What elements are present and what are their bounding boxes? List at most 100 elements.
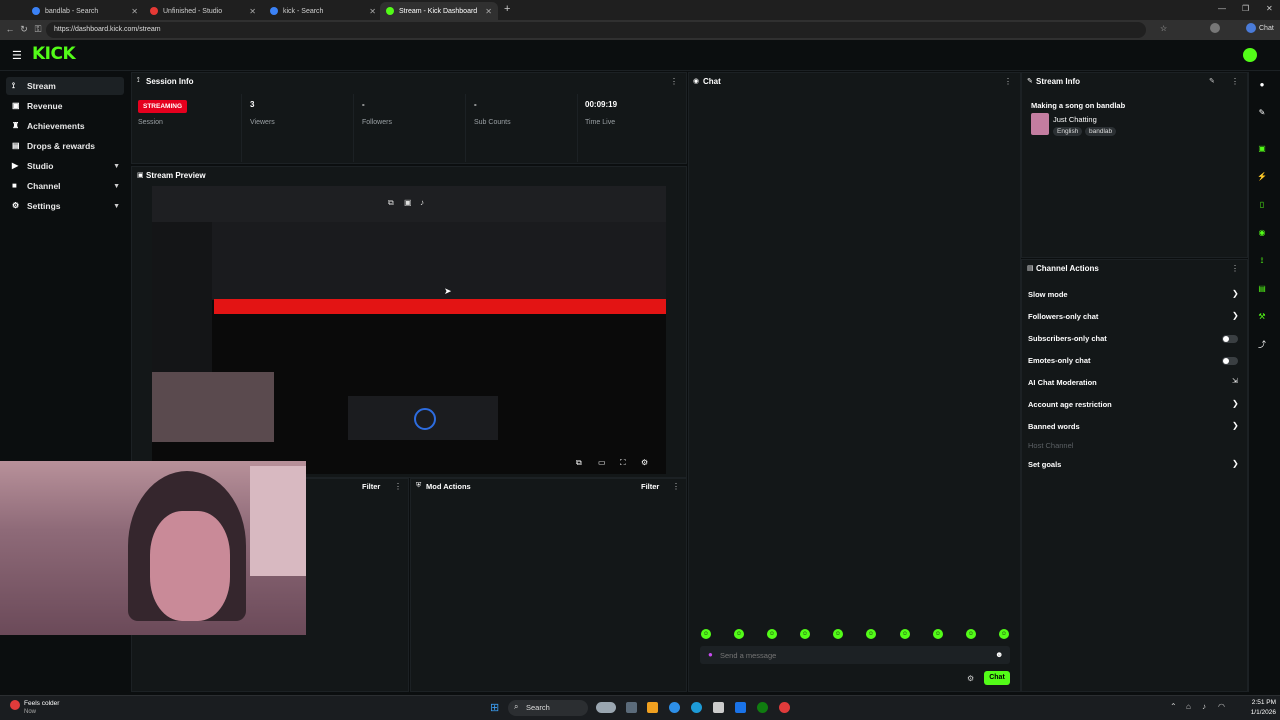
sidebar-item-settings[interactable]: ⚙ Settings ▼ <box>6 197 124 215</box>
pip-control-icon[interactable]: ⧉ <box>576 458 582 468</box>
more-icon[interactable]: ⋮ <box>670 77 678 86</box>
edit-icon[interactable]: ✎ <box>1209 77 1215 85</box>
send-chat-button[interactable]: Chat <box>984 671 1010 685</box>
mic-icon[interactable]: ● <box>708 650 713 659</box>
mail-icon[interactable] <box>735 702 746 713</box>
action-ai-moderation[interactable]: AI Chat Moderation <box>1028 378 1097 387</box>
list-icon[interactable]: ▤ <box>1256 283 1268 295</box>
sidebar-item-stream[interactable]: ⟟ Stream <box>6 77 124 95</box>
emote-icon[interactable]: ☺ <box>833 629 843 639</box>
sidebar-item-studio[interactable]: ▶ Studio ▼ <box>6 157 124 175</box>
external-link-icon[interactable]: ⇲ <box>1232 377 1238 385</box>
wifi-icon[interactable]: ◠ <box>1218 702 1225 711</box>
store-icon[interactable] <box>713 702 724 713</box>
taskbar-time[interactable]: 2:51 PM <box>1244 699 1276 706</box>
refresh-icon[interactable]: ↻ <box>18 24 30 35</box>
chrome-icon[interactable] <box>669 702 680 713</box>
explorer-icon[interactable] <box>647 702 658 713</box>
more-icon[interactable]: ⋮ <box>394 482 402 491</box>
mod-filter-button[interactable]: Filter <box>641 482 659 491</box>
avatar[interactable] <box>1210 23 1220 33</box>
emote-icon[interactable]: ☺ <box>734 629 744 639</box>
copilot-icon[interactable] <box>1246 23 1256 33</box>
chevron-right-icon[interactable]: ❯ <box>1232 399 1239 408</box>
more-icon[interactable]: ⋮ <box>672 482 680 491</box>
weather-icon[interactable] <box>10 700 20 710</box>
sidebar-item-drops[interactable]: ▤ Drops & rewards <box>6 137 124 155</box>
xbox-icon[interactable] <box>757 702 768 713</box>
url-field[interactable]: https://dashboard.kick.com/stream <box>46 22 1146 38</box>
copilot-label[interactable]: Chat <box>1259 25 1274 32</box>
chat-bubble-icon[interactable]: ◉ <box>1256 227 1268 239</box>
kick-logo[interactable]: KICK <box>32 44 76 64</box>
user-avatar[interactable] <box>1243 48 1257 62</box>
audio-icon[interactable]: ♪ <box>420 198 424 207</box>
network-icon[interactable]: ⌂ <box>1186 702 1191 711</box>
close-icon[interactable]: ✕ <box>369 7 376 16</box>
chat-input[interactable] <box>720 647 980 663</box>
more-icon[interactable]: ⋮ <box>1231 264 1239 273</box>
browser-tab[interactable]: Unfinished - Studio ✕ <box>144 2 262 20</box>
new-tab-icon[interactable]: + <box>504 3 510 15</box>
gear-icon[interactable]: ⚙ <box>967 674 974 683</box>
doc-icon[interactable]: ▯ <box>1256 199 1268 211</box>
close-window-icon[interactable]: ✕ <box>1266 4 1273 13</box>
app-icon[interactable] <box>779 702 790 713</box>
close-icon[interactable]: ✕ <box>131 7 138 16</box>
sidebar-item-achievements[interactable]: ♜ Achievements <box>6 117 124 135</box>
chevron-right-icon[interactable]: ❯ <box>1232 421 1239 430</box>
stream-preview-video[interactable]: ⧉ ▣ ♪ ⧉ ▭ ⛶ ⚙ <box>152 186 666 474</box>
emote-icon[interactable]: ☺ <box>767 629 777 639</box>
emote-icon[interactable]: ☺ <box>933 629 943 639</box>
minimize-icon[interactable]: — <box>1218 4 1226 13</box>
emote-icon[interactable]: ☺ <box>966 629 976 639</box>
sidebar-item-revenue[interactable]: ▣ Revenue <box>6 97 124 115</box>
maximize-icon[interactable]: ❐ <box>1242 4 1249 13</box>
emote-icon[interactable]: ☺ <box>999 629 1009 639</box>
action-set-goals[interactable]: Set goals <box>1028 460 1061 469</box>
filter-button[interactable]: Filter <box>362 482 380 491</box>
windows-start-icon[interactable]: ⊞ <box>490 701 499 714</box>
share-icon[interactable]: ⤴ <box>1256 339 1268 351</box>
category-name[interactable]: Just Chatting <box>1053 115 1097 124</box>
volume-icon[interactable]: ♪ <box>1202 702 1206 711</box>
more-icon[interactable]: ⋮ <box>1004 77 1012 86</box>
emotes-only-toggle[interactable] <box>1222 357 1238 365</box>
record-icon[interactable]: ● <box>1256 79 1268 91</box>
broadcast-icon[interactable]: ⟟ <box>1256 255 1268 267</box>
tag-chip[interactable]: English <box>1053 127 1083 136</box>
emote-icon[interactable]: ☺ <box>701 629 711 639</box>
taskbar-search[interactable]: Search <box>508 700 588 716</box>
emoji-icon[interactable]: ☻ <box>995 650 1003 659</box>
menu-icon[interactable]: ☰ <box>12 49 22 62</box>
gear-icon[interactable]: ⚙ <box>641 458 648 467</box>
chevron-right-icon[interactable]: ❯ <box>1232 311 1239 320</box>
bolt-icon[interactable]: ⚡ <box>1256 171 1268 183</box>
browser-tab-active[interactable]: Stream - Kick Dashboard ✕ <box>380 2 498 20</box>
action-followers-only[interactable]: Followers-only chat <box>1028 312 1098 321</box>
emote-icon[interactable]: ☺ <box>866 629 876 639</box>
star-icon[interactable]: ☆ <box>1160 24 1167 33</box>
widget-icon[interactable] <box>596 702 616 713</box>
more-icon[interactable]: ⋮ <box>1231 77 1239 86</box>
sidebar-item-channel[interactable]: ■ Channel ▼ <box>6 177 124 195</box>
subscribers-only-toggle[interactable] <box>1222 335 1238 343</box>
theater-icon[interactable]: ▭ <box>598 458 606 467</box>
action-account-age[interactable]: Account age restriction <box>1028 400 1112 409</box>
chevron-right-icon[interactable]: ❯ <box>1232 289 1239 298</box>
action-banned-words[interactable]: Banned words <box>1028 422 1080 431</box>
fullscreen-icon[interactable]: ⛶ <box>620 458 626 468</box>
browser-tab[interactable]: bandlab - Search ✕ <box>26 2 144 20</box>
action-slow-mode[interactable]: Slow mode <box>1028 290 1068 299</box>
pip-icon[interactable]: ⧉ <box>388 198 394 208</box>
pencil-icon[interactable]: ✎ <box>1256 107 1268 119</box>
chevron-up-icon[interactable]: ⌃ <box>1170 702 1177 711</box>
wrench-icon[interactable]: ⚒ <box>1256 311 1268 323</box>
emote-icon[interactable]: ☺ <box>900 629 910 639</box>
taskbar-date[interactable]: 1/1/2026 <box>1244 709 1276 716</box>
chevron-right-icon[interactable]: ❯ <box>1232 459 1239 468</box>
edge-icon[interactable] <box>691 702 702 713</box>
task-view-icon[interactable] <box>626 702 637 713</box>
tag-chip[interactable]: bandlab <box>1085 127 1117 136</box>
close-icon[interactable]: ✕ <box>249 7 256 16</box>
